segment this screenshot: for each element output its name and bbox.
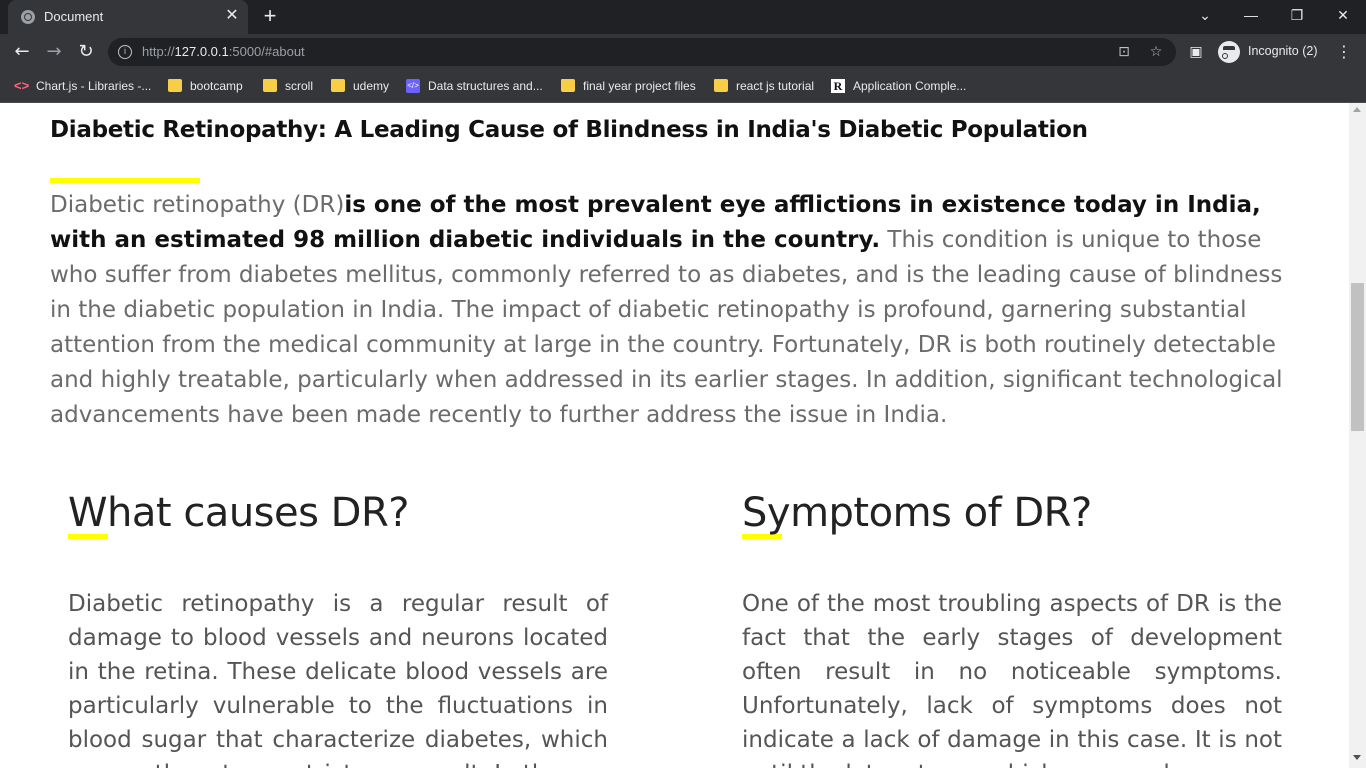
- bookmark-item[interactable]: </> Data structures and...: [406, 76, 543, 96]
- page-title: Diabetic Retinopathy: A Leading Cause of…: [50, 117, 1088, 143]
- bookmark-item[interactable]: R Application Comple...: [831, 76, 966, 96]
- url-text[interactable]: http://127.0.0.1:5000/#about: [142, 44, 305, 59]
- tab-title: Document: [44, 9, 104, 24]
- bookmark-folder[interactable]: final year project files: [561, 76, 696, 96]
- folder-icon: [263, 79, 277, 93]
- tab-document[interactable]: Document ✕: [8, 0, 248, 34]
- chartjs-icon: <>: [14, 77, 30, 93]
- causes-text: Diabetic retinopathy is a regular result…: [68, 591, 608, 768]
- symptoms-text: One of the most troubling aspects of DR …: [742, 591, 1282, 768]
- minimize-button[interactable]: —: [1228, 0, 1274, 30]
- bookmark-star-icon[interactable]: ☆: [1146, 42, 1166, 62]
- bookmark-folder[interactable]: udemy: [331, 76, 389, 96]
- reload-button[interactable]: ↻: [74, 40, 98, 64]
- symptoms-section: Symptoms of DR? One of the most troublin…: [742, 488, 1282, 768]
- translate-icon[interactable]: ⊡: [1114, 42, 1134, 62]
- page-viewport: Diabetic Retinopathy: A Leading Cause of…: [0, 103, 1349, 768]
- new-tab-button[interactable]: +: [258, 5, 282, 29]
- vertical-scrollbar[interactable]: [1349, 103, 1366, 768]
- bookmark-folder[interactable]: scroll: [263, 76, 313, 96]
- back-button[interactable]: ←: [10, 40, 34, 64]
- scrollbar-thumb[interactable]: [1351, 283, 1364, 431]
- tab-strip: Document ✕ + ⌄ — ❐ ✕: [0, 0, 1366, 34]
- intro-lead: Diabetic retinopathy (DR): [50, 192, 345, 218]
- scroll-up-arrow-icon[interactable]: [1353, 107, 1361, 112]
- incognito-label: Incognito (2): [1248, 44, 1318, 58]
- intro-paragraph: Diabetic retinopathy (DR)is one of the m…: [50, 188, 1300, 433]
- intro-rest: This condition is unique to those who su…: [50, 227, 1283, 428]
- r-logo-icon: R: [831, 78, 845, 93]
- forward-button[interactable]: →: [42, 40, 66, 64]
- close-window-button[interactable]: ✕: [1320, 0, 1366, 30]
- bookmark-folder[interactable]: react js tutorial: [714, 76, 814, 96]
- site-info-icon[interactable]: i: [118, 45, 132, 59]
- folder-icon: [331, 79, 345, 93]
- causes-section: What causes DR? Diabetic retinopathy is …: [68, 488, 608, 768]
- title-accent-bar: [50, 178, 200, 183]
- bookmarks-bar: <> Chart.js - Libraries -... bootcamp scr…: [0, 70, 1366, 103]
- tab-close-icon[interactable]: ✕: [222, 6, 242, 26]
- browser-toolbar: ← → ↻ i http://127.0.0.1:5000/#about ⊡ ☆…: [0, 34, 1366, 70]
- code-icon: </>: [406, 78, 420, 93]
- bookmark-folder[interactable]: bootcamp: [168, 76, 243, 96]
- address-bar[interactable]: i http://127.0.0.1:5000/#about ⊡ ☆: [108, 38, 1176, 66]
- globe-icon: [21, 10, 35, 24]
- bookmark-item[interactable]: <> Chart.js - Libraries -...: [14, 76, 151, 96]
- restore-button[interactable]: ❐: [1274, 0, 1320, 30]
- folder-icon: [714, 79, 728, 93]
- menu-icon[interactable]: ⋮: [1336, 42, 1352, 62]
- scroll-down-arrow-icon[interactable]: [1353, 755, 1361, 760]
- symptoms-heading: Symptoms of DR?: [742, 490, 1092, 536]
- folder-icon: [561, 79, 575, 93]
- causes-heading: What causes DR?: [68, 490, 410, 536]
- incognito-icon: [1218, 41, 1240, 63]
- incognito-profile-button[interactable]: Incognito (2): [1216, 39, 1328, 65]
- tab-search-icon[interactable]: ⌄: [1182, 0, 1228, 30]
- side-panel-icon[interactable]: ▣: [1186, 42, 1206, 62]
- folder-icon: [168, 79, 182, 93]
